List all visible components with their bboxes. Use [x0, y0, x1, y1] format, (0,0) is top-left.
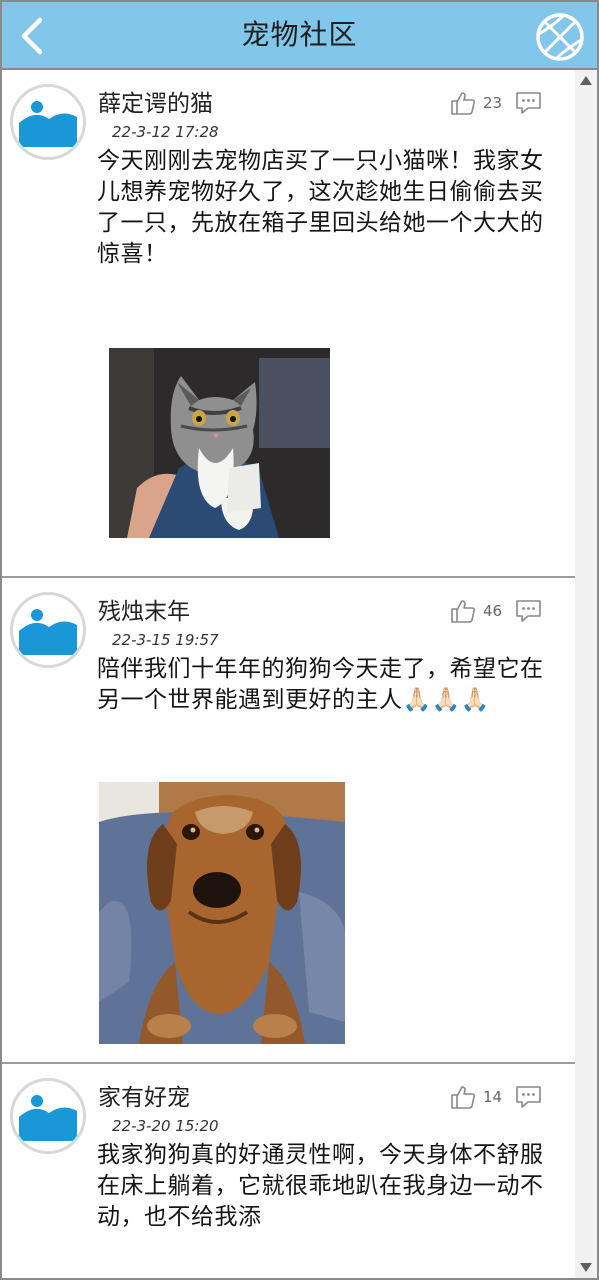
- scroll-down-arrow-icon[interactable]: [580, 1263, 592, 1272]
- basketball-icon: [536, 13, 584, 61]
- image-placeholder-icon: [19, 1095, 77, 1141]
- vertical-scrollbar[interactable]: [575, 70, 597, 1278]
- basketball-button[interactable]: [535, 12, 585, 62]
- scroll-up-arrow-icon[interactable]: [580, 76, 592, 85]
- post-content: 今天刚刚去宠物店买了一只小猫咪！我家女儿想养宠物好久了，这次趁她生日偷偷去买了一…: [97, 148, 544, 267]
- post-content: 我家狗狗真的好通灵性啊，今天身体不舒服在床上躺着，它就很乖地趴在我身边一动不动，…: [97, 1142, 544, 1230]
- like-count: 14: [483, 1088, 503, 1106]
- avatar[interactable]: [10, 1078, 86, 1154]
- username[interactable]: 家有好宠: [98, 1078, 190, 1112]
- top-bar: 宠物社区: [2, 2, 597, 70]
- like-count: 23: [483, 94, 503, 112]
- post-actions: 23: [450, 90, 550, 118]
- image-placeholder-icon: [19, 101, 77, 147]
- post-card: 薛定谔的猫 22-3-12 17:28 23 今天刚刚去宠物店买了一只小猫咪！我…: [2, 70, 575, 578]
- comment-icon[interactable]: [515, 599, 542, 623]
- post-content: 陪伴我们十年年的狗狗今天走了，希望它在另一个世界能遇到更好的主人🙏🏻🙏🏻🙏🏻: [97, 656, 544, 713]
- avatar[interactable]: [10, 592, 86, 668]
- dog-photo[interactable]: [99, 782, 345, 1044]
- thumbs-up-icon[interactable]: [450, 1084, 476, 1110]
- thumbs-up-icon[interactable]: [450, 90, 476, 116]
- comment-icon[interactable]: [515, 1085, 542, 1109]
- page-title: 宠物社区: [241, 18, 358, 51]
- timestamp: 22-3-12 17:28: [112, 123, 219, 141]
- username[interactable]: 残烛末年: [98, 592, 190, 626]
- cat-photo[interactable]: [109, 348, 330, 538]
- post-actions: 14: [450, 1084, 550, 1112]
- like-count: 46: [483, 602, 503, 620]
- comment-icon[interactable]: [515, 91, 542, 115]
- post-card: 家有好宠 22-3-20 15:20 14 我家狗狗真的好通灵性啊，今天身体不舒…: [2, 1064, 575, 1278]
- thumbs-up-icon[interactable]: [450, 598, 476, 624]
- image-placeholder-icon: [19, 609, 77, 655]
- timestamp: 22-3-20 15:20: [112, 1117, 219, 1135]
- app-window: 宠物社区 薛定谔的猫 22-3-12 17:28 23 今天刚刚去宠物店买了一只…: [0, 0, 599, 1280]
- post-feed[interactable]: 薛定谔的猫 22-3-12 17:28 23 今天刚刚去宠物店买了一只小猫咪！我…: [2, 70, 575, 1278]
- avatar[interactable]: [10, 84, 86, 160]
- post-card: 残烛末年 22-3-15 19:57 46 陪伴我们十年年的狗狗今天走了，希望它…: [2, 578, 575, 1064]
- timestamp: 22-3-15 19:57: [112, 631, 219, 649]
- post-actions: 46: [450, 598, 550, 626]
- username[interactable]: 薛定谔的猫: [98, 84, 213, 118]
